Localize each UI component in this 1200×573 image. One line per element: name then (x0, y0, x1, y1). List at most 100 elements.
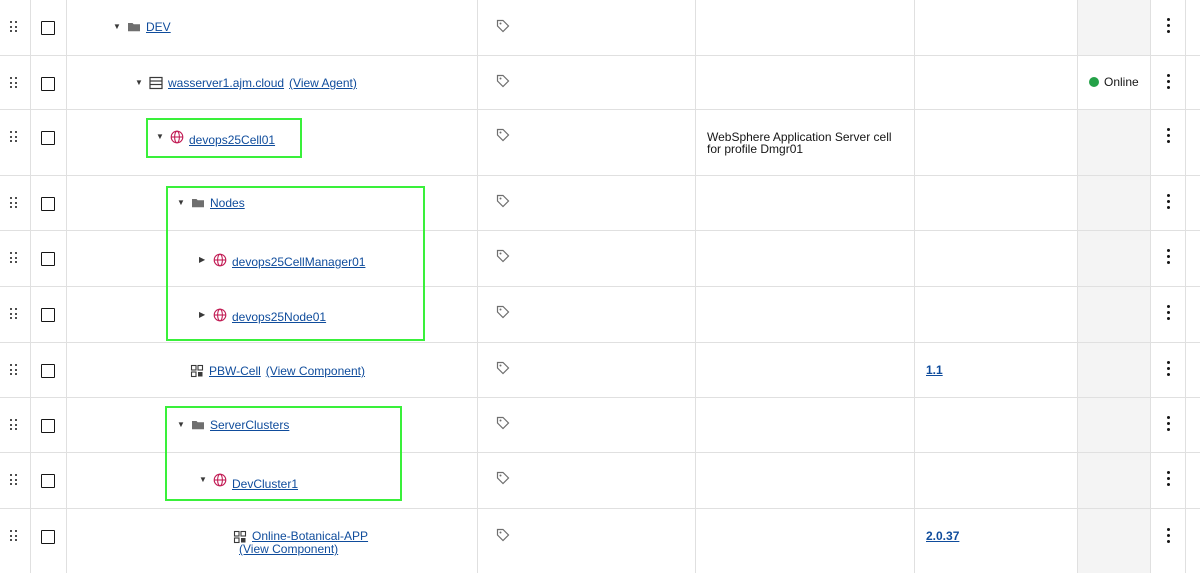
tag-icon[interactable] (496, 416, 510, 430)
expand-caret-icon[interactable]: ▼ (199, 473, 207, 487)
expand-caret-icon[interactable]: ▼ (177, 418, 185, 432)
description-cell (696, 398, 915, 452)
description-cell (696, 0, 915, 55)
row-checkbox[interactable] (41, 131, 55, 145)
name-cell: PBW-Cell (View Component) (67, 343, 478, 397)
overflow-menu-icon[interactable] (1167, 249, 1171, 264)
drag-handle-icon[interactable] (10, 197, 18, 209)
tags-cell (478, 110, 696, 175)
expand-caret-icon[interactable]: ▶ (199, 253, 207, 267)
view-component-link[interactable]: (View Component) (239, 543, 368, 556)
resource-tree-table: ▼ DEV ▼ wasserver1.ajm.cloud (View Agent… (0, 0, 1200, 573)
name-cell: ▶ devops25CellManager01 (67, 231, 478, 286)
description-text: WebSphere Application Server cell for pr… (707, 131, 892, 155)
row-checkbox[interactable] (41, 474, 55, 488)
table-row: ▼ ServerClusters (0, 398, 1200, 453)
drag-handle-icon[interactable] (10, 21, 18, 33)
drag-cell (0, 453, 31, 508)
overflow-menu-icon[interactable] (1167, 305, 1171, 320)
tag-icon[interactable] (496, 361, 510, 375)
resource-name-link[interactable]: DevCluster1 (232, 477, 298, 491)
tag-icon[interactable] (496, 471, 510, 485)
overflow-menu-icon[interactable] (1167, 18, 1171, 33)
tags-cell (478, 343, 696, 397)
resource-name-link[interactable]: Nodes (210, 196, 245, 210)
resource-name-link[interactable]: devops25Cell01 (189, 133, 275, 147)
drag-handle-icon[interactable] (10, 364, 18, 376)
expand-caret-icon[interactable]: ▼ (113, 20, 121, 34)
row-checkbox[interactable] (41, 419, 55, 433)
table-row: Online-Botanical-APP (View Component) 2.… (0, 509, 1200, 573)
resource-name-link[interactable]: DEV (146, 20, 171, 34)
view-component-link[interactable]: (View Component) (266, 364, 365, 378)
tag-icon[interactable] (496, 528, 510, 542)
resource-name-link[interactable]: devops25Node01 (232, 310, 326, 324)
tag-icon[interactable] (496, 19, 510, 33)
drag-handle-icon[interactable] (10, 252, 18, 264)
name-lines: Online-Botanical-APP (View Component) (239, 530, 368, 556)
overflow-menu-icon[interactable] (1167, 74, 1171, 89)
resource-name-link[interactable]: wasserver1.ajm.cloud (168, 76, 284, 90)
tags-cell (478, 287, 696, 342)
row-checkbox[interactable] (41, 530, 55, 544)
drag-handle-icon[interactable] (10, 131, 18, 143)
drag-handle-icon[interactable] (10, 419, 18, 431)
resource-name-link[interactable]: devops25CellManager01 (232, 255, 365, 269)
expand-caret-icon[interactable]: ▼ (177, 196, 185, 210)
server-icon (149, 76, 163, 90)
drag-handle-icon[interactable] (10, 308, 18, 320)
expand-caret-icon[interactable]: ▼ (156, 130, 164, 144)
select-cell (31, 343, 67, 397)
name-cell: ▼ DevCluster1 (67, 453, 478, 508)
version-link[interactable]: 1.1 (926, 363, 943, 377)
select-cell (31, 398, 67, 452)
expand-caret-icon[interactable]: ▶ (199, 308, 207, 322)
version-cell (915, 453, 1078, 508)
version-link[interactable]: 2.0.37 (926, 529, 959, 543)
menu-cell (1151, 231, 1186, 286)
tag-icon[interactable] (496, 249, 510, 263)
description-line: for profile Dmgr01 (707, 142, 804, 156)
description-cell (696, 287, 915, 342)
select-cell (31, 110, 67, 175)
tag-icon[interactable] (496, 305, 510, 319)
drag-cell (0, 0, 31, 55)
drag-handle-icon[interactable] (10, 530, 18, 542)
table-row: ▼ DevCluster1 (0, 453, 1200, 509)
row-checkbox[interactable] (41, 252, 55, 266)
overflow-menu-icon[interactable] (1167, 528, 1171, 543)
folder-icon (128, 23, 140, 32)
tag-icon[interactable] (496, 128, 510, 142)
tag-icon[interactable] (496, 194, 510, 208)
row-checkbox[interactable] (41, 308, 55, 322)
overflow-menu-icon[interactable] (1167, 128, 1171, 143)
drag-cell (0, 176, 31, 230)
tag-icon[interactable] (496, 74, 510, 88)
row-checkbox[interactable] (41, 197, 55, 211)
version-cell (915, 110, 1078, 175)
overflow-menu-icon[interactable] (1167, 416, 1171, 431)
row-checkbox[interactable] (41, 364, 55, 378)
drag-cell (0, 110, 31, 175)
expand-caret-icon[interactable]: ▼ (135, 76, 143, 90)
status-online-icon (1089, 77, 1099, 87)
drag-handle-icon[interactable] (10, 474, 18, 486)
drag-cell (0, 509, 31, 573)
overflow-menu-icon[interactable] (1167, 471, 1171, 486)
overflow-menu-icon[interactable] (1167, 361, 1171, 376)
version-cell (915, 0, 1078, 55)
menu-cell (1151, 287, 1186, 342)
globe-icon (213, 308, 227, 322)
drag-handle-icon[interactable] (10, 77, 18, 89)
drag-cell (0, 398, 31, 452)
row-checkbox[interactable] (41, 77, 55, 91)
overflow-menu-icon[interactable] (1167, 194, 1171, 209)
drag-cell (0, 343, 31, 397)
select-cell (31, 0, 67, 55)
globe-icon (213, 473, 227, 487)
resource-name-link[interactable]: ServerClusters (210, 418, 289, 432)
resource-name-link[interactable]: PBW-Cell (209, 364, 261, 378)
status-badge: Online (1089, 75, 1139, 89)
row-checkbox[interactable] (41, 21, 55, 35)
view-agent-link[interactable]: (View Agent) (289, 76, 357, 90)
